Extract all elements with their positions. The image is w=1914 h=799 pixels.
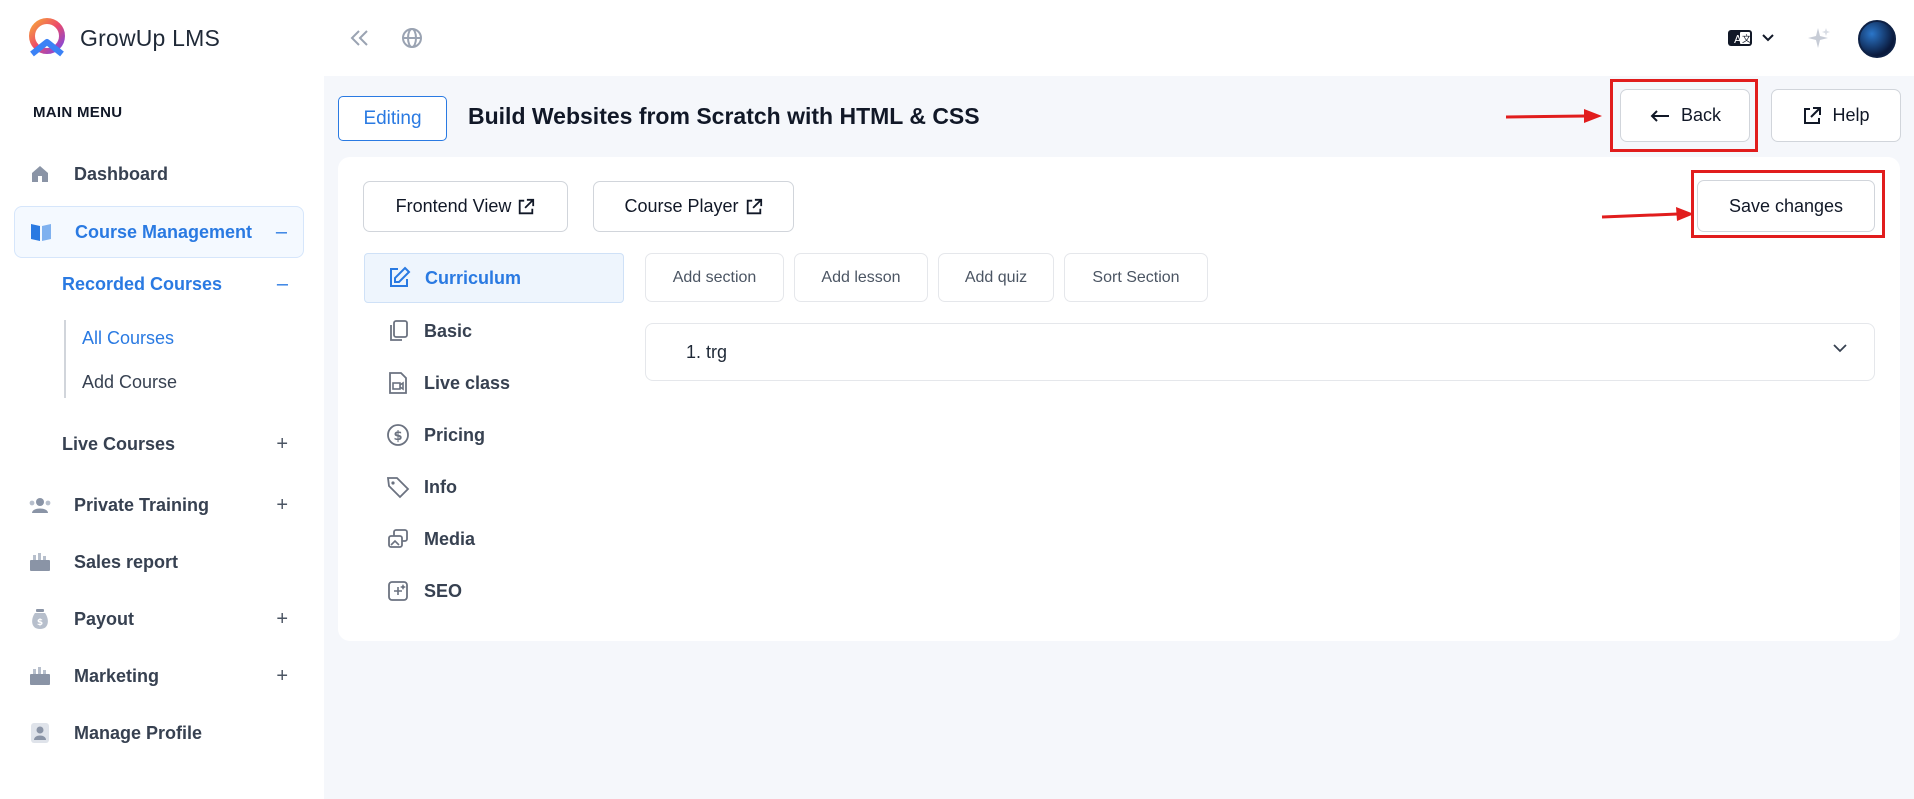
- add-lesson-button[interactable]: Add lesson: [794, 253, 928, 302]
- svg-text:文: 文: [1742, 33, 1751, 45]
- course-menu-label: Pricing: [424, 424, 486, 445]
- external-link-icon: [1804, 106, 1822, 124]
- report-icon: [28, 550, 52, 574]
- svg-text:$: $: [393, 429, 402, 444]
- sidebar-item-all-courses[interactable]: All Courses: [82, 328, 174, 349]
- course-menu-live-class[interactable]: Live class: [364, 358, 624, 408]
- expand-icon[interactable]: +: [276, 665, 288, 688]
- expand-icon[interactable]: +: [276, 433, 288, 456]
- sidebar-item-private-training[interactable]: Private Training +: [14, 479, 304, 531]
- tree-line: [64, 320, 66, 398]
- marketing-icon: [28, 664, 52, 688]
- external-link-icon: [519, 198, 535, 214]
- course-menu-info[interactable]: Info: [364, 462, 624, 512]
- add-quiz-button[interactable]: Add quiz: [938, 253, 1054, 302]
- seo-icon: [386, 579, 410, 603]
- course-menu-label: Media: [424, 528, 476, 549]
- sidebar-item-label: Private Training: [74, 494, 210, 515]
- svg-text:$: $: [37, 618, 43, 628]
- back-label: Back: [1680, 105, 1722, 125]
- video-file-icon: [386, 371, 410, 395]
- chevron-down-icon: [1762, 34, 1774, 42]
- frontend-view-button[interactable]: Frontend View: [363, 181, 568, 232]
- collapse-icon[interactable]: –: [276, 221, 287, 244]
- sidebar-item-label: Payout: [74, 608, 135, 629]
- help-button[interactable]: Help: [1771, 89, 1901, 142]
- save-changes-button[interactable]: Save changes: [1697, 180, 1875, 232]
- top-bar: [324, 0, 1914, 76]
- sidebar-item-label: Course Management: [75, 221, 253, 242]
- expand-icon[interactable]: +: [276, 608, 288, 631]
- editing-badge[interactable]: Editing: [338, 96, 447, 141]
- annotation-arrow-back: [1505, 109, 1602, 123]
- course-menu-media[interactable]: Media: [364, 514, 624, 564]
- sidebar-item-manage-profile[interactable]: Manage Profile: [14, 707, 304, 759]
- sidebar-item-course-management[interactable]: Course Management –: [14, 206, 304, 258]
- course-menu-label: Basic: [424, 320, 473, 341]
- main-menu-title: MAIN MENU: [33, 104, 123, 121]
- sidebar-item-label: Marketing: [74, 665, 160, 686]
- help-label: Help: [1832, 105, 1870, 125]
- course-menu-label: Info: [424, 476, 457, 497]
- images-icon: [386, 527, 410, 551]
- back-button[interactable]: Back: [1620, 89, 1750, 142]
- course-menu-seo[interactable]: SEO: [364, 566, 624, 616]
- copy-icon: [386, 319, 410, 343]
- sidebar-item-dashboard[interactable]: Dashboard: [14, 148, 304, 200]
- sidebar-item-marketing[interactable]: Marketing +: [14, 650, 304, 702]
- profile-icon: [28, 721, 52, 745]
- sidebar-item-label: Recorded Courses: [62, 274, 223, 294]
- expand-icon[interactable]: +: [276, 494, 288, 517]
- sidebar-item-label: Sales report: [74, 551, 179, 572]
- money-bag-icon: $: [28, 607, 52, 631]
- sparkle-icon[interactable]: [1804, 24, 1832, 52]
- sidebar-item-recorded-courses[interactable]: Recorded Courses –: [62, 273, 302, 296]
- sidebar-item-label: Manage Profile: [74, 722, 203, 743]
- sidebar-item-payout[interactable]: $ Payout +: [14, 593, 304, 645]
- logo[interactable]: GrowUp LMS: [24, 16, 220, 60]
- app-name: GrowUp LMS: [80, 24, 221, 51]
- save-changes-label: Save changes: [1728, 195, 1844, 216]
- users-icon: [28, 493, 52, 517]
- avatar[interactable]: [1858, 20, 1896, 58]
- course-menu-label: Curriculum: [425, 267, 522, 288]
- course-menu-basic[interactable]: Basic: [364, 306, 624, 356]
- section-title: 1. trg: [686, 341, 728, 362]
- sidebar-item-sales-report[interactable]: Sales report: [14, 536, 304, 588]
- annotation-arrow-save: [1601, 207, 1694, 221]
- home-icon: [28, 162, 52, 186]
- arrow-left-icon: [1650, 109, 1669, 122]
- sidebar-item-live-courses[interactable]: Live Courses +: [62, 433, 302, 456]
- course-menu-curriculum[interactable]: Curriculum: [364, 253, 624, 303]
- course-player-label: Course Player: [624, 196, 739, 216]
- book-icon: [29, 220, 53, 244]
- sidebar-item-add-course[interactable]: Add Course: [82, 372, 177, 393]
- course-menu-pricing[interactable]: $ Pricing: [364, 410, 624, 460]
- page-title: Build Websites from Scratch with HTML & …: [468, 103, 980, 129]
- collapse-icon[interactable]: –: [277, 273, 288, 296]
- sidebar: GrowUp LMS MAIN MENU Dashboard Course Ma…: [0, 0, 324, 799]
- sidebar-item-label: Dashboard: [74, 163, 169, 184]
- tag-icon: [386, 475, 410, 499]
- collapse-sidebar-icon[interactable]: [346, 24, 374, 52]
- frontend-view-label: Frontend View: [395, 196, 512, 216]
- globe-icon[interactable]: [398, 24, 426, 52]
- chevron-down-icon[interactable]: [1832, 342, 1848, 354]
- course-player-button[interactable]: Course Player: [593, 181, 794, 232]
- course-menu-label: Live class: [424, 372, 511, 393]
- edit-icon: [387, 266, 411, 290]
- language-selector[interactable]: A文: [1724, 24, 1778, 52]
- sort-section-button[interactable]: Sort Section: [1064, 253, 1208, 302]
- external-link-icon: [746, 198, 762, 214]
- curriculum-section-row[interactable]: 1. trg: [645, 323, 1875, 381]
- course-menu-label: SEO: [424, 580, 463, 601]
- translate-icon: A文: [1728, 30, 1752, 46]
- dollar-icon: $: [386, 423, 410, 447]
- sidebar-item-label: Live Courses: [62, 434, 176, 454]
- logo-icon: [29, 18, 65, 57]
- add-section-button[interactable]: Add section: [645, 253, 784, 302]
